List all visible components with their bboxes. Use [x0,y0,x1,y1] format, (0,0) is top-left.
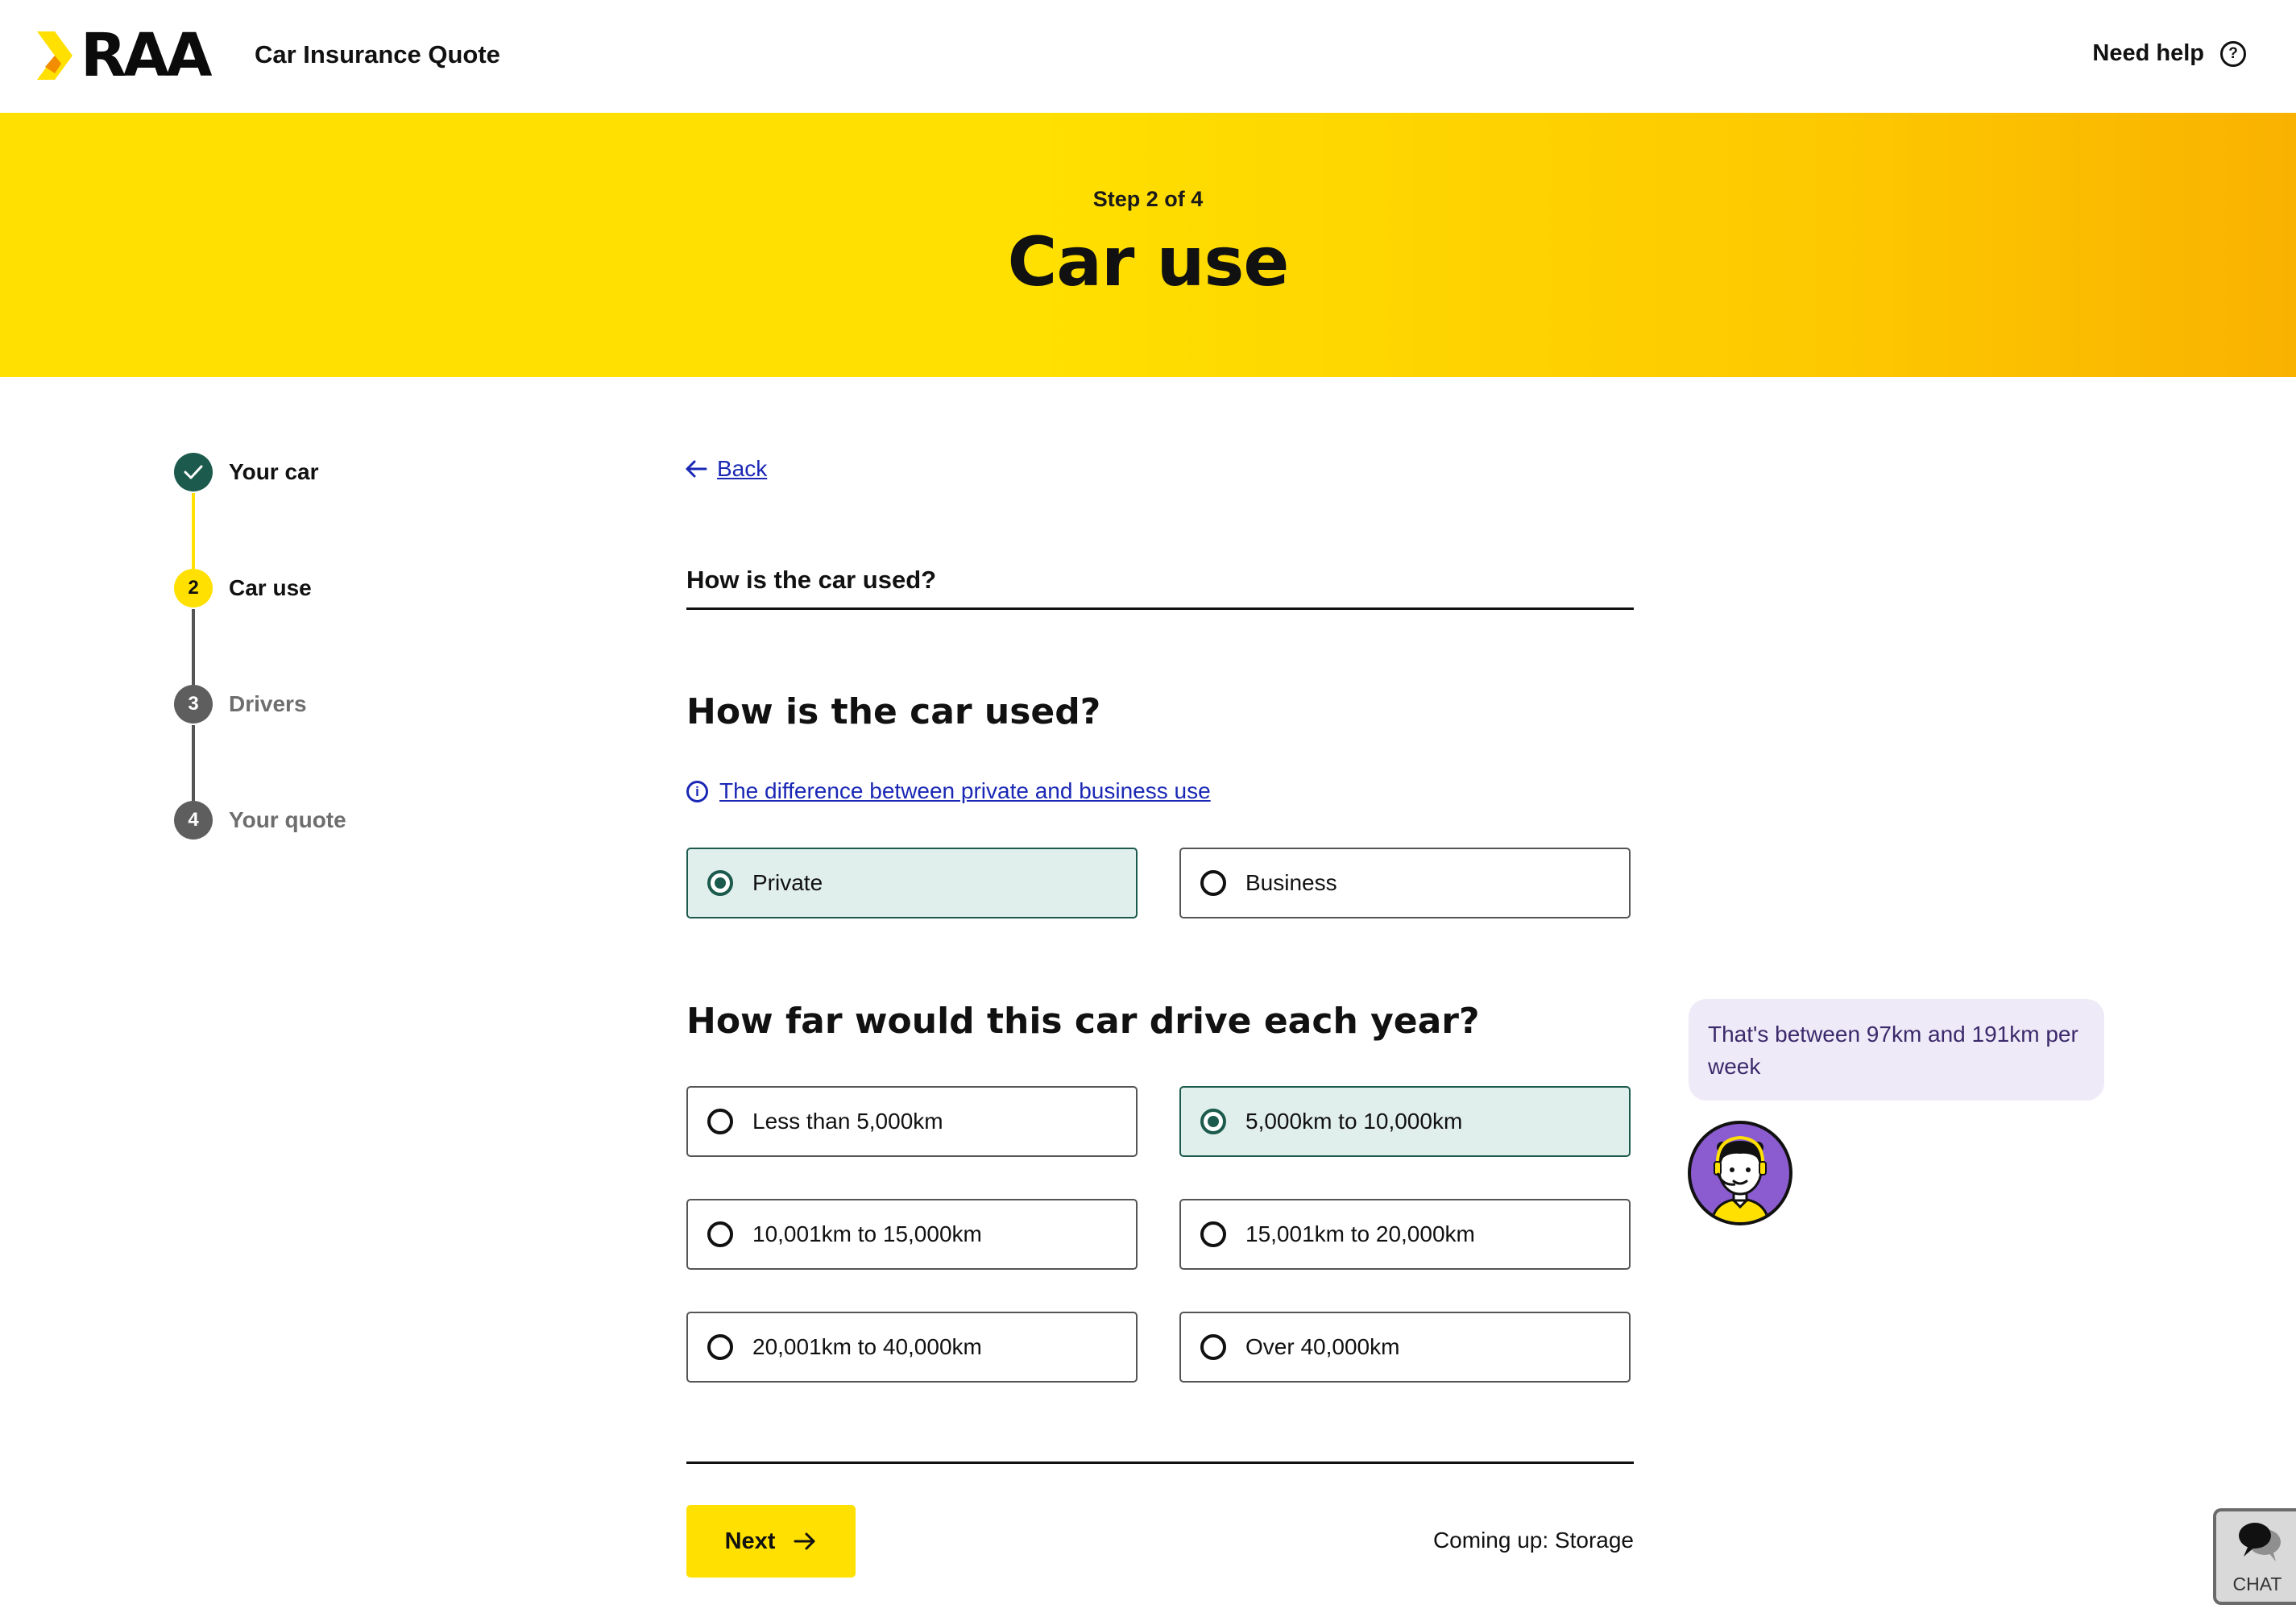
option-label: 10,001km to 15,000km [752,1221,982,1246]
option-label: Private [752,870,823,895]
stepper-connector [192,609,195,685]
distance-option-less-than-5000[interactable]: Less than 5,000km [686,1086,1138,1157]
option-label: 5,000km to 10,000km [1245,1109,1463,1134]
site-header: RAA Car Insurance Quote Need help ? [0,0,2296,113]
option-label: Business [1245,870,1337,895]
radio-button[interactable] [707,1109,733,1134]
info-link-label: The difference between private and busin… [719,778,1211,803]
speech-bubbles-icon [2239,1523,2281,1561]
info-circle-icon: i [686,780,708,802]
radio-button[interactable] [707,870,733,896]
form-footer-divider [686,1462,1634,1464]
distance-question: How far would this car drive each year? [686,1001,1480,1042]
need-help-button[interactable]: Need help ? [2092,40,2246,67]
stepper-label: Your car [229,459,319,484]
stepper-label: Drivers [229,691,307,716]
usage-info-link[interactable]: i The difference between private and bus… [686,778,1211,804]
chat-widget-button[interactable]: CHAT [2213,1508,2296,1605]
step-indicator: Step 2 of 4 [1092,187,1204,211]
arrow-left-icon [686,460,707,478]
need-help-label: Need help [2092,40,2204,66]
distance-option-15001-to-20000[interactable]: 15,001km to 20,000km [1179,1199,1631,1270]
assistant-avatar-icon [1688,1121,1792,1225]
option-label: 15,001km to 20,000km [1245,1221,1475,1246]
radio-button[interactable] [707,1334,733,1360]
stepper-label: Car use [229,575,312,600]
assistant-message-bubble: That's between 97km and 191km per week [1689,999,2104,1101]
page-title: Car use [1007,222,1290,301]
stepper-label: Your quote [229,807,346,832]
question-circle-icon: ? [2220,40,2246,67]
next-label: Next [724,1528,776,1554]
next-button[interactable]: Next [686,1505,856,1578]
stepper-number: 4 [174,801,213,840]
radio-button[interactable] [1200,870,1226,896]
stepper-item-your-quote: 4 Your quote [174,801,346,840]
distance-option-10001-to-15000[interactable]: 10,001km to 15,000km [686,1199,1138,1270]
option-label: Less than 5,000km [752,1109,943,1134]
usage-question: How is the car used? [686,691,1101,732]
stepper-item-car-use: 2 Car use [174,569,312,607]
distance-option-20001-to-40000[interactable]: 20,001km to 40,000km [686,1312,1138,1383]
radio-button[interactable] [1200,1109,1226,1134]
stepper-item-your-car[interactable]: Your car [174,453,319,491]
back-link[interactable]: Back [685,456,767,482]
arrow-right-icon [794,1532,815,1550]
chat-label: CHAT [2232,1573,2282,1594]
stepper-connector [192,493,195,569]
radio-button[interactable] [1200,1334,1226,1360]
stepper-item-drivers: 3 Drivers [174,685,307,724]
section-divider [686,607,1634,610]
raa-chevron-icon [37,31,73,80]
option-label: Over 40,000km [1245,1334,1400,1359]
check-icon [174,453,213,491]
logo-text: RAA [81,21,213,90]
section-label: How is the car used? [686,566,937,594]
stepper-connector [192,725,195,801]
option-label: 20,001km to 40,000km [752,1334,982,1359]
distance-option-over-40000[interactable]: Over 40,000km [1179,1312,1631,1383]
radio-button[interactable] [707,1221,733,1247]
usage-option-private[interactable]: Private [686,848,1138,918]
back-label: Back [717,456,768,481]
coming-up-text: Coming up: Storage [1432,1528,1634,1553]
stepper-number: 3 [174,685,213,724]
raa-logo[interactable]: RAA [37,21,213,90]
distance-option-5000-to-10000[interactable]: 5,000km to 10,000km [1179,1086,1631,1157]
assistant-message: That's between 97km and 191km per week [1708,1022,2078,1079]
usage-option-business[interactable]: Business [1179,848,1631,918]
hero-banner: Step 2 of 4 Car use [0,113,2296,377]
stepper-number: 2 [174,569,213,607]
app-title: Car Insurance Quote [255,40,500,68]
radio-button[interactable] [1200,1221,1226,1247]
